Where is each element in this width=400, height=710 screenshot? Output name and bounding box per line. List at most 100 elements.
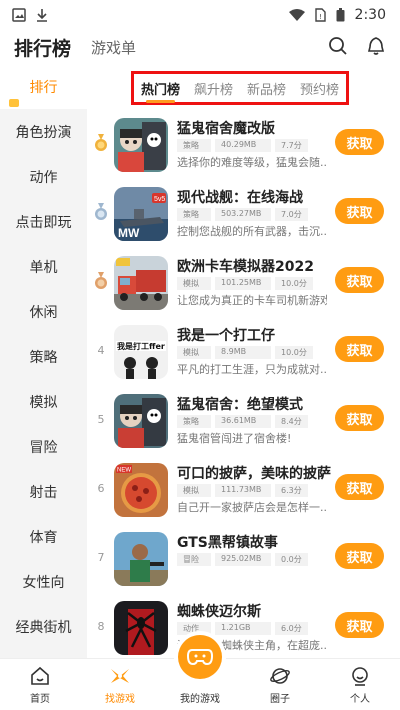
game-name: 欧洲卡车模拟器2022 [177, 259, 314, 275]
game-name: GTS黑帮镇故事 [177, 535, 278, 551]
list-item[interactable]: 5v5 MW 现代战舰：在线海战 策略 503.27MB 7.0分 控制您战舰的所有武… [87, 181, 400, 250]
get-button[interactable]: 获取 [335, 129, 384, 155]
get-button[interactable]: 获取 [335, 405, 384, 431]
tab-new[interactable]: 新品榜 [247, 79, 286, 98]
get-button[interactable]: 获取 [335, 267, 384, 293]
sidebar-item-casual[interactable]: 休闲 [0, 289, 87, 334]
get-button[interactable]: 获取 [335, 336, 384, 362]
tab-game-list[interactable]: 游戏单 [91, 37, 136, 58]
game-description: 让您成为真正的卡车司机新游戏 [177, 294, 327, 307]
rank-number: 8 [97, 620, 105, 633]
game-description: 平凡的打工生涯，只为成就对... [177, 363, 327, 376]
game-list: 猛鬼宿舍魔改版 策略 40.29MB 7.7分 选择你的难度等级，猛鬼会随... 获… [87, 112, 400, 658]
status-time: 2:30 [354, 7, 386, 23]
list-item[interactable]: 5 猛鬼宿舍：绝望模式 策略 36.61MB 8.4分 猛鬼宿管闯进了宿舍楼! 获取 [87, 388, 400, 457]
worker-game-icon: 我是打工ffer [114, 325, 168, 379]
sidebar-item-action[interactable]: 动作 [0, 154, 87, 199]
bottom-navigation: 首页 找游戏 我的游戏 圈子 个人 [0, 635, 400, 710]
sidebar-item-sports[interactable]: 体育 [0, 514, 87, 559]
tab-rising[interactable]: 飙升榜 [194, 79, 233, 98]
sidebar-item-arcade[interactable]: 经典街机 [0, 604, 87, 649]
svg-text:!: ! [319, 13, 322, 21]
sidebar-item-strategy[interactable]: 策略 [0, 334, 87, 379]
game-meta: 动作 1.21GB 6.0分 [177, 622, 308, 635]
nav-home[interactable]: 首页 [0, 659, 80, 710]
game-meta: 策略 503.27MB 7.0分 [177, 208, 308, 221]
nav-profile[interactable]: 个人 [320, 659, 400, 710]
rank-number: 7 [97, 551, 105, 564]
ranking-badge-icon [9, 99, 19, 107]
sidebar-item-female[interactable]: 女性向 [0, 559, 87, 604]
tab-preorder[interactable]: 预约榜 [300, 79, 339, 98]
svg-text:5v5: 5v5 [154, 196, 165, 203]
ghost-dorm-despair-game-icon [114, 394, 168, 448]
game-description: 控制您战舰的所有武器，击沉... [177, 225, 327, 238]
gold-medal-icon [95, 134, 107, 151]
game-name: 猛鬼宿舍：绝望模式 [177, 397, 303, 413]
get-button[interactable]: 获取 [335, 198, 384, 224]
sidebar-item-shooter[interactable]: 射击 [0, 469, 87, 514]
spider-man-game-icon [114, 601, 168, 655]
game-description: 选择你的难度等级，猛鬼会随... [177, 156, 327, 169]
game-description: 猛鬼宿管闯进了宿舍楼! [177, 432, 292, 445]
rank-number: 5 [97, 413, 105, 426]
rank-number: 4 [97, 344, 105, 357]
planet-icon [270, 668, 290, 684]
game-meta: 冒险 925.02MB 0.0分 [177, 553, 308, 566]
list-item[interactable]: 4 我是打工ffer 我是一个打工仔 模拟 8.9MB 10.0分 平凡的打工生涯，… [87, 319, 400, 388]
download-icon [37, 9, 47, 22]
profile-icon [352, 667, 368, 686]
sidebar-item-rpg[interactable]: 角色扮演 [0, 109, 87, 154]
sidebar-item-ranking[interactable]: 排行 [0, 64, 87, 109]
page-title: 排行榜 [14, 37, 72, 60]
bell-icon[interactable] [366, 36, 386, 56]
game-name: 我是一个打工仔 [177, 328, 275, 344]
category-sidebar: 排行 角色扮演 动作 点击即玩 单机 休闲 策略 模拟 冒险 射击 体育 女性向… [0, 64, 87, 658]
nav-find-games[interactable]: 找游戏 [80, 659, 160, 710]
no-sim-icon: ! [314, 8, 326, 22]
get-button[interactable]: 获取 [335, 474, 384, 500]
my-games-button[interactable] [178, 635, 222, 679]
euro-truck-game-icon [114, 256, 168, 310]
battery-icon [336, 8, 345, 22]
gallery-icon [12, 8, 26, 22]
game-description: 自己开一家披萨店会是怎样一... [177, 501, 327, 514]
gamepad-icon [187, 649, 213, 666]
sidebar-item-single-player[interactable]: 单机 [0, 244, 87, 289]
bronze-medal-icon [95, 272, 107, 289]
search-icon[interactable] [328, 36, 348, 56]
game-meta: 模拟 101.25MB 10.0分 [177, 277, 313, 290]
tab-hot[interactable]: 热门榜 [141, 79, 180, 103]
game-meta: 模拟 111.73MB 6.3分 [177, 484, 308, 497]
game-name: 猛鬼宿舍魔改版 [177, 121, 275, 137]
page-header: 排行榜 游戏单 [0, 30, 400, 64]
wifi-icon [288, 8, 305, 21]
game-meta: 策略 36.61MB 8.4分 [177, 415, 308, 428]
list-item[interactable]: 7 GTS黑帮镇故事 冒险 925.02MB 0.0分 获取 [87, 526, 400, 595]
modern-warships-game-icon: 5v5 MW [114, 187, 168, 241]
list-item[interactable]: 欧洲卡车模拟器2022 模拟 101.25MB 10.0分 让您成为真正的卡车司机新… [87, 250, 400, 319]
gangster-town-game-icon [114, 532, 168, 586]
game-name: 现代战舰：在线海战 [177, 190, 303, 206]
list-item[interactable]: 6 NEW 可口的披萨，美味的披萨 模拟 111.73MB 6.3分 自己开一家披萨… [87, 457, 400, 526]
ghost-dorm-game-icon [114, 118, 168, 172]
silver-medal-icon [95, 203, 107, 220]
game-name: 蜘蛛侠迈尔斯 [177, 604, 261, 620]
sidebar-item-adventure[interactable]: 冒险 [0, 424, 87, 469]
nav-my-games[interactable]: 我的游戏 [160, 635, 240, 710]
svg-text:我是打工ffer: 我是打工ffer [117, 341, 165, 351]
get-button[interactable]: 获取 [335, 543, 384, 569]
list-item[interactable]: 猛鬼宿舍魔改版 策略 40.29MB 7.7分 选择你的难度等级，猛鬼会随... 获… [87, 112, 400, 181]
game-meta: 策略 40.29MB 7.7分 [177, 139, 308, 152]
status-bar: ! 2:30 [0, 0, 400, 30]
pizza-game-icon: NEW [114, 463, 168, 517]
sidebar-item-instant-play[interactable]: 点击即玩 [0, 199, 87, 244]
ranking-tabs: 热门榜 飙升榜 新品榜 预约榜 [131, 71, 349, 105]
list-item[interactable]: 8 蜘蛛侠迈尔斯 动作 1.21GB 6.0分 沉浸漫威蜘蛛侠主角，在超庞... 获… [87, 595, 400, 658]
sidebar-item-simulation[interactable]: 模拟 [0, 379, 87, 424]
get-button[interactable]: 获取 [335, 612, 384, 638]
rank-number: 6 [97, 482, 105, 495]
find-games-icon [111, 669, 129, 683]
nav-community[interactable]: 圈子 [240, 659, 320, 710]
home-icon [31, 666, 49, 685]
